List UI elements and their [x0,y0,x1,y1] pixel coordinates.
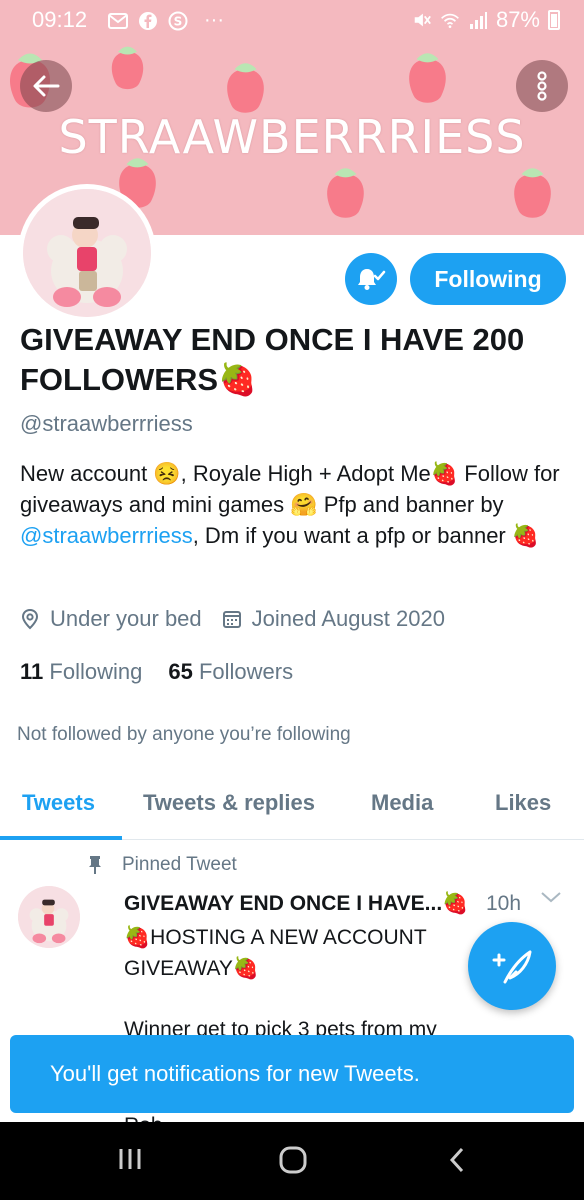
strawberry-decoration [409,53,446,103]
not-followed-text: Not followed by anyone you’re following [17,724,351,745]
notification-toast[interactable]: You'll get notifications for new Tweets. [10,1035,574,1113]
followers-label: Followers [198,659,294,684]
more-notifications-icon: ··· [204,9,224,31]
following-button[interactable]: Following [410,253,566,305]
mail-icon [108,11,128,31]
svg-text:S: S [174,14,183,28]
banner-title: STRAAWBERRRIESS [58,110,526,164]
following-count-link[interactable]: 11 Following [20,659,142,685]
bio-text-2: , Dm if you want a pfp or banner 🍓 [192,523,540,548]
more-options-button[interactable] [516,60,568,112]
profile-location: Under your bed [20,606,202,632]
tab-media[interactable]: Media [371,790,433,816]
s-icon: S [168,11,188,31]
status-right: 87% [412,7,560,33]
wifi-icon [440,10,460,30]
location-text: Under your bed [50,606,202,631]
active-tab-indicator [0,836,122,840]
pin-icon [89,856,101,874]
joined-text: Joined August 2020 [251,606,445,631]
system-navigation-bar [0,1122,584,1200]
profile-meta: Under your bed Joined August 2020 [20,606,465,632]
following-label: Following [49,659,143,684]
bell-check-icon [358,269,386,290]
compose-tweet-button[interactable] [468,922,556,1010]
tweet-menu-button[interactable] [540,890,562,909]
more-vertical-icon [537,71,547,101]
facebook-icon [138,11,158,31]
followers-count-link[interactable]: 65 Followers [168,659,293,685]
strawberry-decoration [111,46,144,90]
profile-bio: New account 😣, Royale High + Adopt Me🍓 F… [20,458,572,551]
followers-count: 65 [168,659,193,684]
bio-mention-link[interactable]: @straawberrriess [20,523,193,548]
pinned-indicator: Pinned Tweet [88,854,237,876]
back-button[interactable] [20,60,72,112]
profile-joined: Joined August 2020 [222,606,445,632]
avatar-image [23,189,151,317]
status-time: 09:12 [32,7,88,32]
profile-handle: @straawberrriess [20,411,193,436]
toast-text: You'll get notifications for new Tweets. [50,1061,420,1086]
back-nav-icon[interactable] [447,1146,467,1174]
tab-likes[interactable]: Likes [495,790,551,816]
tab-tweets[interactable]: Tweets [22,790,95,816]
battery-icon [548,10,560,30]
bio-text-1: New account 😣, Royale High + Adopt Me🍓 F… [20,461,560,517]
follow-counts: 11 Following 65 Followers [20,659,293,685]
status-bar: 09:12 S ··· 87% [0,0,584,40]
calendar-icon [222,611,241,628]
arrow-left-icon [33,75,60,97]
tweet-text: 🍓HOSTING A NEW ACCOUNT GIVEAWAY🍓 [124,926,427,980]
notifications-bell-button[interactable] [345,253,397,305]
strawberry-decoration [514,168,551,218]
notification-icons: S ··· [108,9,224,32]
profile-tabs: Tweets Tweets & replies Media Likes [0,770,584,840]
battery-percent: 87% [495,7,540,32]
following-count: 11 [20,659,44,684]
tweet-author-name[interactable]: GIVEAWAY END ONCE I HAVE...🍓 [124,892,468,916]
pinned-label: Pinned Tweet [122,854,237,875]
tweet-avatar[interactable] [18,886,80,948]
tweet-timestamp: 10h [486,892,522,915]
compose-feather-icon [492,950,532,984]
profile-avatar[interactable] [18,184,156,322]
signal-icon [468,10,488,30]
tab-tweets-replies[interactable]: Tweets & replies [143,790,315,816]
chevron-down-icon [541,892,561,903]
mute-icon [412,10,432,30]
location-pin-icon [21,608,39,630]
home-icon[interactable] [279,1146,307,1174]
recent-apps-icon[interactable] [117,1146,143,1172]
strawberry-decoration [327,168,364,218]
profile-display-name: GIVEAWAY END ONCE I HAVE 200 FOLLOWERS🍓 [20,322,525,397]
